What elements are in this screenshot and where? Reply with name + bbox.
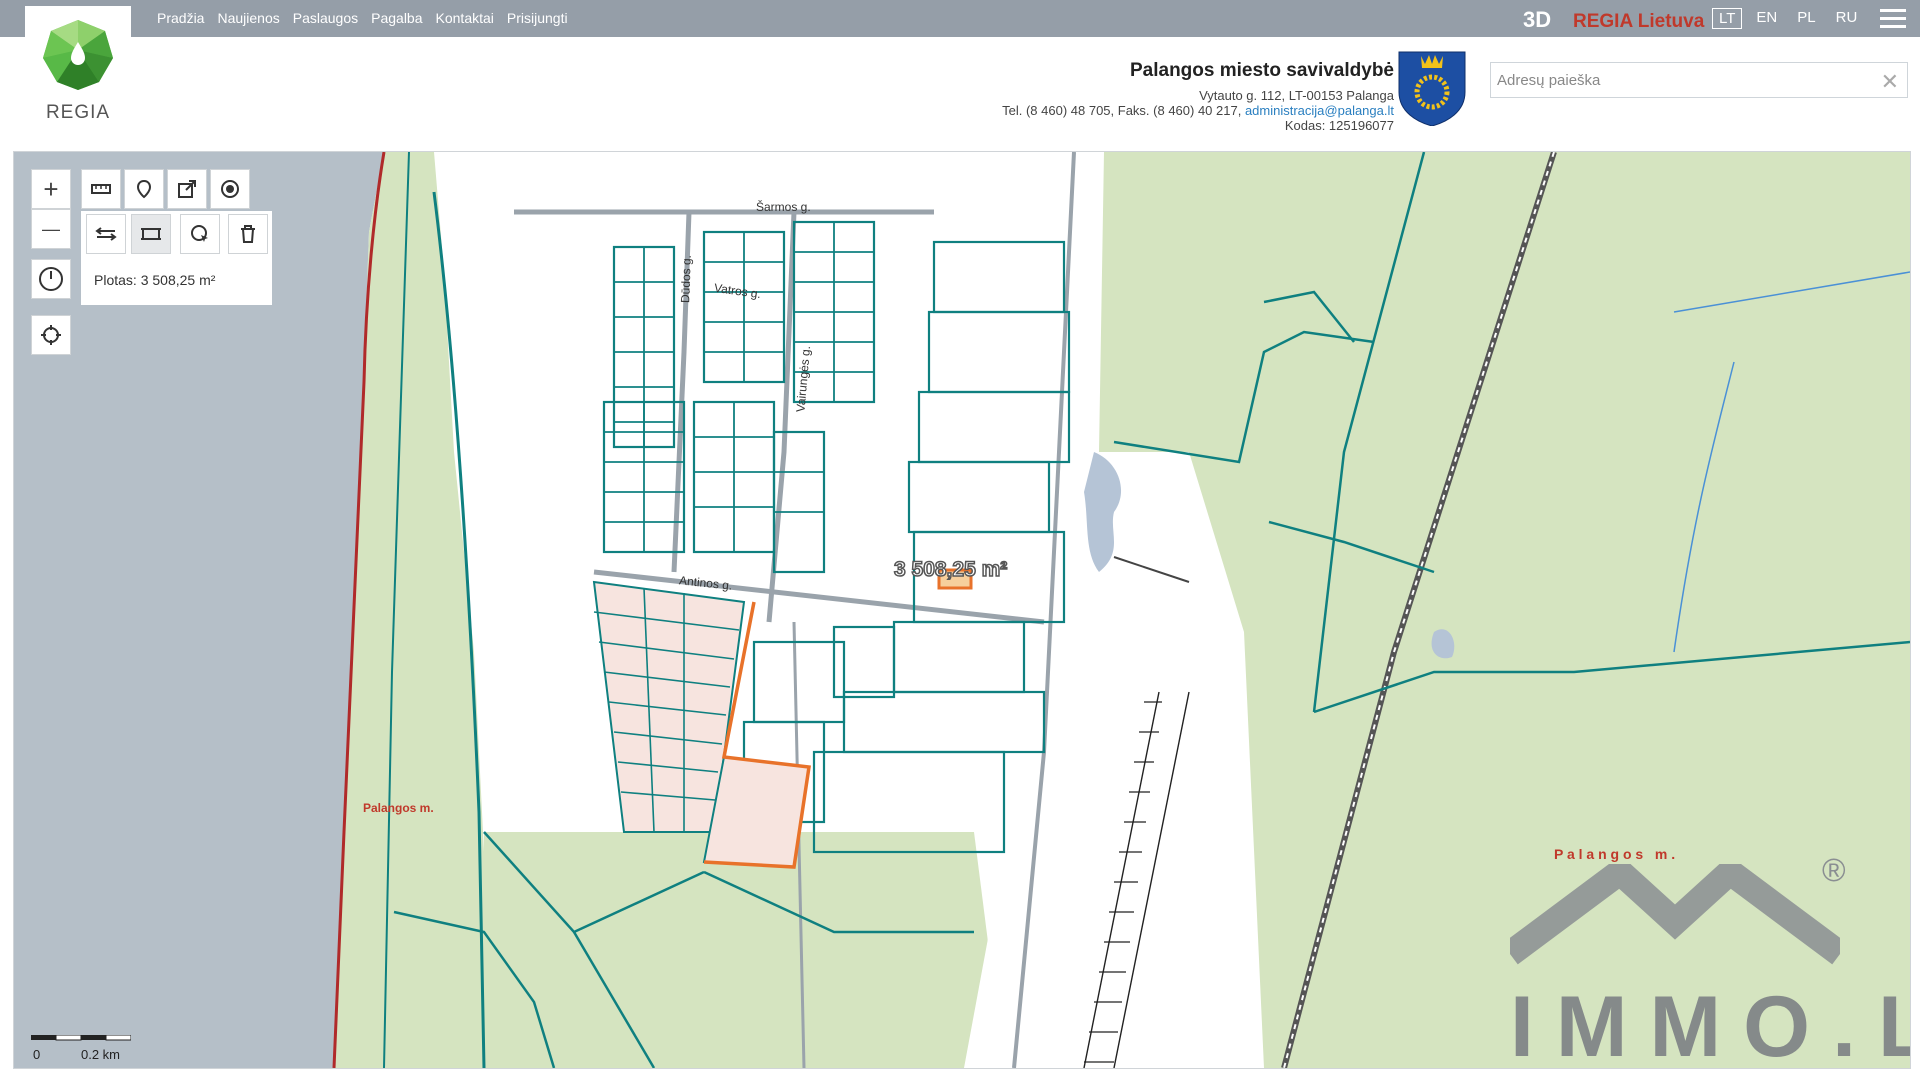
locate-me-button[interactable]: [31, 315, 71, 355]
municipality-email-link[interactable]: administracija@palanga.lt: [1245, 103, 1394, 118]
watermark-registered: ®: [1822, 852, 1846, 888]
municipality-info: Palangos miesto savivaldybė Vytauto g. 1…: [1002, 60, 1394, 133]
scale-distance: 0.2 km: [81, 1047, 121, 1062]
place-label-right: P a l a n g o s m .: [1554, 846, 1676, 862]
target-icon: [221, 180, 239, 198]
palanga-crest-icon: [1398, 51, 1466, 126]
scale-zero: 0: [33, 1047, 41, 1062]
lang-ru[interactable]: RU: [1830, 8, 1864, 29]
street-label-sarmos: Šarmos g.: [756, 200, 811, 214]
place-label-left: Palangos m.: [363, 801, 434, 815]
map-canvas[interactable]: 3 508,25 m² Palangos m. P a l a n g o s …: [13, 151, 1911, 1069]
crosshair-icon: [41, 325, 61, 345]
delete-button[interactable]: [228, 214, 268, 254]
area-result: Plotas: 3 508,25 m²: [94, 272, 216, 288]
scale-bar: 0 0.2 km: [31, 1030, 132, 1062]
nav-item-prisijungti[interactable]: Prisijungti: [507, 10, 568, 26]
globe-cursor-icon: [191, 225, 208, 242]
regia-logo-icon: [43, 20, 113, 90]
history-button[interactable]: [31, 259, 71, 299]
trash-icon: [241, 225, 255, 243]
zoom-in-label: +: [43, 173, 59, 204]
regia-logo[interactable]: REGIA: [25, 6, 131, 124]
distance-icon: [95, 227, 117, 241]
municipality-phone: Tel. (8 460) 48 705, Faks. (8 460) 40 21…: [1002, 103, 1245, 118]
measure-label: 3 508,25 m²: [893, 557, 1008, 582]
regia-lietuva-link[interactable]: REGIA Lietuva: [1573, 11, 1704, 33]
street-label-dudos: Dūdos g.: [678, 254, 694, 304]
share-button[interactable]: [167, 169, 207, 209]
zoom-in-button[interactable]: +: [31, 169, 71, 209]
watermark-text: IMMO.LT: [1510, 979, 1910, 1069]
top-bar: Pradžia Naujienos Paslaugos Pagalba Kont…: [0, 0, 1920, 37]
nav-item-pagalba[interactable]: Pagalba: [371, 10, 422, 26]
nav-item-kontaktai[interactable]: Kontaktai: [436, 10, 494, 26]
municipality-code: Kodas: 125196077: [1284, 118, 1394, 133]
lang-pl[interactable]: PL: [1791, 8, 1821, 29]
select-area-button[interactable]: [180, 214, 220, 254]
logo-text: REGIA: [45, 102, 111, 123]
municipality-contacts: Tel. (8 460) 48 705, Faks. (8 460) 40 21…: [1002, 103, 1394, 118]
area-icon: [141, 228, 161, 240]
immo-watermark-logo: [1510, 864, 1840, 965]
share-icon: [178, 180, 196, 198]
location-button[interactable]: [210, 169, 250, 209]
municipality-title: Palangos miesto savivaldybė: [1129, 60, 1394, 81]
nav-item-paslaugos[interactable]: Paslaugos: [293, 10, 358, 26]
lang-en[interactable]: EN: [1750, 8, 1783, 29]
map-pin-icon: [136, 179, 152, 199]
3d-button[interactable]: 3D: [1523, 7, 1551, 33]
measure-distance-button[interactable]: [86, 214, 126, 254]
address-search-input[interactable]: [1491, 63, 1873, 97]
nav-item-pradzia[interactable]: Pradžia: [157, 10, 204, 26]
nav-item-naujienos[interactable]: Naujienos: [217, 10, 279, 26]
ruler-icon: [91, 184, 111, 194]
municipality-address: Vytauto g. 112, LT-00153 Palanga: [1199, 88, 1394, 103]
zoom-out-label: —: [42, 218, 60, 239]
marker-tool-button[interactable]: [124, 169, 164, 209]
measure-area-button[interactable]: [131, 214, 171, 254]
clock-icon: [39, 267, 63, 291]
menu-icon[interactable]: [1880, 9, 1906, 29]
language-switcher: LT EN PL RU: [1712, 8, 1863, 29]
lang-lt[interactable]: LT: [1712, 8, 1743, 29]
measure-tool-button[interactable]: [81, 169, 121, 209]
scale-bar-graphic: [31, 1034, 132, 1041]
zoom-out-button[interactable]: —: [31, 209, 71, 249]
address-search: ✕: [1490, 62, 1908, 98]
clear-icon[interactable]: ✕: [1881, 69, 1899, 95]
main-nav: Pradžia Naujienos Paslaugos Pagalba Kont…: [157, 10, 581, 26]
